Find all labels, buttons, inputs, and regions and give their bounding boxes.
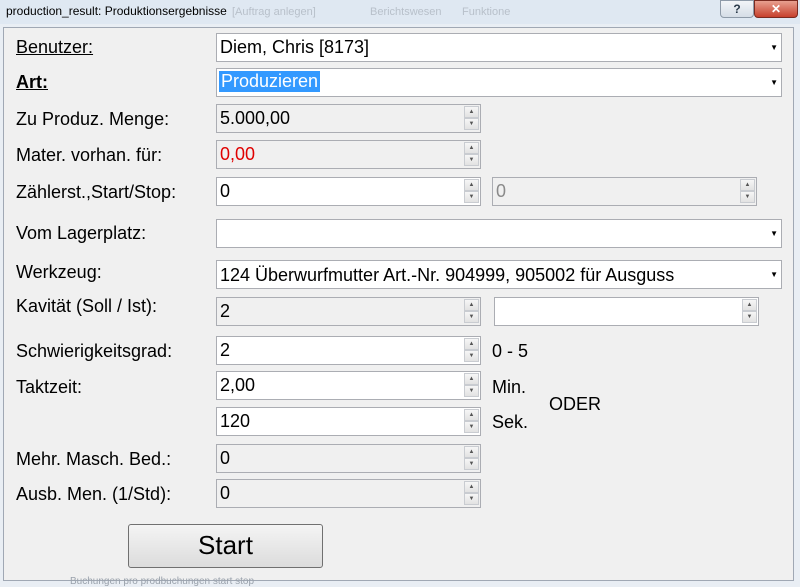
spin-buttons[interactable]: ▲ ▼	[742, 299, 757, 324]
schwierig-label: Schwierigkeitsgrad:	[16, 341, 173, 361]
help-button[interactable]: ?	[720, 0, 754, 18]
window-title: production_result: Produktionsergebnisse	[6, 4, 227, 18]
spin-down-icon[interactable]: ▼	[464, 458, 479, 470]
benutzer-value: Diem, Chris [8173]	[220, 37, 370, 57]
mater-value: 0,00	[220, 144, 256, 164]
mehr-stepper[interactable]: 0 ▲ ▼	[216, 444, 481, 473]
spin-buttons[interactable]: ▲ ▼	[464, 481, 479, 506]
spin-down-icon[interactable]: ▼	[464, 191, 479, 203]
takt-sek-value: 120	[220, 411, 251, 431]
takt-min-unit: Min.	[492, 377, 527, 397]
spin-down-icon[interactable]: ▼	[464, 493, 479, 505]
takt-sek-unit: Sek.	[492, 412, 529, 432]
title-bar: production_result: Produktionsergebnisse…	[0, 0, 800, 24]
ausb-label: Ausb. Men. (1/Std):	[16, 484, 172, 504]
mater-label: Mater. vorhan. für:	[16, 145, 163, 165]
schwierig-range: 0 - 5	[492, 341, 529, 361]
art-label: Art:	[16, 72, 48, 92]
art-value: Produzieren	[219, 71, 321, 92]
background-menu-item: Funktione	[462, 6, 511, 18]
spin-down-icon[interactable]: ▼	[742, 311, 757, 323]
ausb-value: 0	[220, 483, 231, 503]
spin-up-icon[interactable]: ▲	[464, 338, 479, 350]
schwierig-value: 2	[220, 340, 231, 360]
spin-down-icon[interactable]: ▼	[464, 421, 479, 433]
spin-down-icon[interactable]: ▼	[464, 154, 479, 166]
spin-up-icon[interactable]: ▲	[464, 299, 479, 311]
menge-value: 5.000,00	[220, 108, 291, 128]
mehr-label: Mehr. Masch. Bed.:	[16, 449, 172, 469]
art-dropdown[interactable]: Produzieren ▼	[216, 68, 782, 97]
zaehler-stop-stepper[interactable]: 0 ▲ ▼	[492, 177, 757, 206]
zaehler-start-stepper[interactable]: 0 ▲ ▼	[216, 177, 481, 206]
ausb-stepper[interactable]: 0 ▲ ▼	[216, 479, 481, 508]
spin-buttons[interactable]: ▲ ▼	[464, 446, 479, 471]
mehr-value: 0	[220, 448, 231, 468]
oder-label: ODER	[549, 394, 602, 414]
spin-down-icon[interactable]: ▼	[464, 311, 479, 323]
spin-down-icon[interactable]: ▼	[464, 118, 479, 130]
zaehler-start-value: 0	[220, 181, 231, 201]
werkzeug-value: 124 Überwurfmutter Art.-Nr. 904999, 9050…	[220, 265, 675, 285]
chevron-down-icon: ▼	[770, 78, 778, 87]
spin-buttons[interactable]: ▲ ▼	[464, 338, 479, 363]
spin-buttons[interactable]: ▲ ▼	[464, 179, 479, 204]
spin-up-icon[interactable]: ▲	[464, 106, 479, 118]
chevron-down-icon: ▼	[770, 43, 778, 52]
spin-up-icon[interactable]: ▲	[464, 446, 479, 458]
close-button[interactable]: ✕	[754, 0, 798, 18]
werkzeug-dropdown[interactable]: 124 Überwurfmutter Art.-Nr. 904999, 9050…	[216, 260, 782, 289]
spin-up-icon[interactable]: ▲	[740, 179, 755, 191]
schwierig-stepper[interactable]: 2 ▲ ▼	[216, 336, 481, 365]
kavitaet-soll-value: 2	[220, 301, 231, 321]
spin-up-icon[interactable]: ▲	[464, 409, 479, 421]
chevron-down-icon: ▼	[770, 229, 778, 238]
spin-up-icon[interactable]: ▲	[464, 142, 479, 154]
werkzeug-label: Werkzeug:	[16, 262, 102, 282]
takt-min-stepper[interactable]: 2,00 ▲ ▼	[216, 371, 481, 400]
spin-up-icon[interactable]: ▲	[464, 373, 479, 385]
kavitaet-ist-stepper[interactable]: ▲ ▼	[494, 297, 759, 326]
kavitaet-label: Kavität (Soll / Ist):	[16, 296, 158, 316]
menge-stepper[interactable]: 5.000,00 ▲ ▼	[216, 104, 481, 133]
zaehler-stop-value: 0	[496, 181, 507, 201]
spin-buttons[interactable]: ▲ ▼	[464, 409, 479, 434]
background-menu-item: [Auftrag anlegen]	[232, 6, 316, 18]
lager-dropdown[interactable]: ▼	[216, 219, 782, 248]
start-button[interactable]: Start	[128, 524, 323, 568]
spin-buttons[interactable]: ▲ ▼	[464, 373, 479, 398]
takt-min-value: 2,00	[220, 375, 256, 395]
spin-up-icon[interactable]: ▲	[464, 179, 479, 191]
spin-down-icon[interactable]: ▼	[740, 191, 755, 203]
kavitaet-soll-stepper[interactable]: 2 ▲ ▼	[216, 297, 481, 326]
spin-up-icon[interactable]: ▲	[464, 481, 479, 493]
spin-buttons[interactable]: ▲ ▼	[740, 179, 755, 204]
spin-up-icon[interactable]: ▲	[742, 299, 757, 311]
spin-buttons[interactable]: ▲ ▼	[464, 299, 479, 324]
benutzer-label: Benutzer:	[16, 37, 94, 57]
spin-buttons[interactable]: ▲ ▼	[464, 142, 479, 167]
production-result-form: Benutzer: Diem, Chris [8173] ▼ Art: Prod…	[3, 27, 794, 581]
menge-label: Zu Produz. Menge:	[16, 109, 170, 129]
takt-sek-stepper[interactable]: 120 ▲ ▼	[216, 407, 481, 436]
spin-down-icon[interactable]: ▼	[464, 350, 479, 362]
takt-label: Taktzeit:	[16, 377, 83, 397]
spin-down-icon[interactable]: ▼	[464, 385, 479, 397]
background-menu-item: Berichtswesen	[370, 6, 442, 18]
spin-buttons[interactable]: ▲ ▼	[464, 106, 479, 131]
chevron-down-icon: ▼	[768, 270, 778, 279]
benutzer-dropdown[interactable]: Diem, Chris [8173] ▼	[216, 33, 782, 62]
mater-stepper[interactable]: 0,00 ▲ ▼	[216, 140, 481, 169]
lager-label: Vom Lagerplatz:	[16, 223, 147, 243]
zaehler-label: Zählerst.,Start/Stop:	[16, 182, 177, 202]
